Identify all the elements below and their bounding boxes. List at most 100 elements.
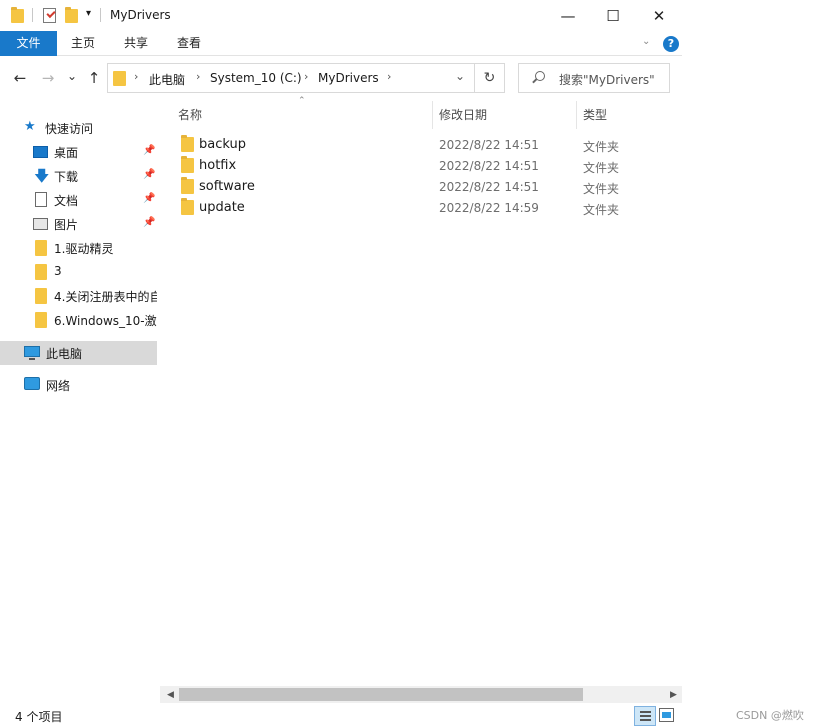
sidebar-item-folder-6[interactable]: 6.Windows_10-激 [0, 308, 157, 332]
scroll-right-icon[interactable]: ▶ [665, 686, 682, 703]
refresh-button[interactable]: ↻ [475, 63, 505, 93]
close-button[interactable]: ✕ [636, 0, 682, 31]
pin-icon: 📌 [143, 169, 156, 180]
sidebar-item-this-pc[interactable]: 此电脑 [0, 341, 157, 365]
navigation-pane: ★ 快速访问 桌面 📌 🡇 下载 📌 文档 📌 图片 📌 1.驱动精灵 3 4.… [0, 116, 160, 406]
properties-icon[interactable] [43, 8, 56, 23]
sidebar-item-folder-3[interactable]: 3 [0, 260, 157, 284]
chevron-right-icon[interactable]: › [134, 70, 138, 83]
file-type: 文件夹 [583, 203, 620, 217]
tab-share[interactable]: 共享 [110, 31, 162, 56]
up-button[interactable]: ↑ [84, 68, 104, 88]
sidebar-item-pictures[interactable]: 图片 📌 [0, 212, 157, 236]
chevron-right-icon[interactable]: › [387, 70, 391, 83]
title-bar: ▾ MyDrivers — ☐ ✕ [0, 0, 682, 31]
file-row[interactable]: update 2022/8/22 14:59 文件夹 [175, 197, 675, 218]
sidebar-item-documents[interactable]: 文档 📌 [0, 188, 157, 212]
minimize-button[interactable]: — [545, 0, 591, 31]
chevron-down-icon[interactable]: ⌄ [455, 69, 465, 83]
folder-icon [113, 71, 126, 86]
folder-icon [181, 198, 194, 215]
sidebar-item-label: 桌面 [54, 146, 79, 160]
sidebar-item-label: 3 [54, 264, 62, 278]
search-placeholder: 搜索"MyDrivers" [559, 73, 655, 87]
file-date: 2022/8/22 14:51 [439, 138, 539, 152]
document-icon [35, 192, 47, 207]
separator [32, 8, 33, 22]
column-type-header[interactable]: 类型 [583, 106, 607, 123]
column-divider[interactable] [432, 101, 433, 129]
chevron-right-icon[interactable]: › [304, 70, 308, 83]
file-date: 2022/8/22 14:59 [439, 201, 539, 215]
details-view-icon[interactable] [634, 706, 656, 726]
folder-icon [35, 240, 47, 256]
sidebar-item-quick-access[interactable]: ★ 快速访问 [0, 116, 157, 140]
file-type: 文件夹 [583, 182, 620, 196]
address-bar[interactable]: › 此电脑 › System_10 (C:) › MyDrivers › ⌄ [107, 63, 475, 93]
folder-icon [35, 264, 47, 280]
tab-view[interactable]: 查看 [163, 31, 215, 56]
tab-home[interactable]: 主页 [57, 31, 109, 56]
folder-icon [181, 135, 194, 152]
tab-file[interactable]: 文件 [0, 31, 57, 56]
file-row[interactable]: hotfix 2022/8/22 14:51 文件夹 [175, 155, 675, 176]
file-row[interactable]: backup 2022/8/22 14:51 文件夹 [175, 134, 675, 155]
back-button[interactable]: ← [10, 68, 30, 88]
computer-icon [24, 346, 40, 357]
sidebar-item-folder-4[interactable]: 4.关闭注册表中的自 [0, 284, 157, 308]
watermark: CSDN @燃吹 [736, 709, 804, 722]
breadcrumb-drive[interactable]: System_10 (C:) [210, 71, 302, 85]
help-icon[interactable]: ? [663, 36, 679, 52]
maximize-button[interactable]: ☐ [590, 0, 636, 31]
window-title: MyDrivers [110, 8, 171, 22]
file-row[interactable]: software 2022/8/22 14:51 文件夹 [175, 176, 675, 197]
network-icon [24, 377, 40, 390]
column-date-header[interactable]: 修改日期 [439, 106, 487, 123]
scrollbar-thumb[interactable] [179, 688, 583, 701]
ribbon: 文件 主页 共享 查看 ⌄ ? [0, 31, 682, 56]
folder-icon [181, 177, 194, 194]
sidebar-item-network[interactable]: 网络 [0, 373, 157, 397]
file-type: 文件夹 [583, 140, 620, 154]
customize-quick-access-icon[interactable]: ▾ [86, 8, 91, 19]
large-icons-view-icon[interactable] [659, 708, 674, 722]
forward-button[interactable]: → [38, 68, 58, 88]
sidebar-item-label: 网络 [46, 379, 71, 393]
sidebar-item-label: 此电脑 [46, 347, 83, 361]
pin-icon: 📌 [143, 145, 156, 156]
search-input[interactable]: 搜索"MyDrivers" [518, 63, 670, 93]
item-count: 4 个项目 [15, 710, 63, 724]
file-name: update [199, 200, 245, 215]
folder-icon [181, 156, 194, 173]
sidebar-item-label: 图片 [54, 218, 79, 232]
desktop-icon [33, 146, 48, 158]
star-icon: ★ [24, 119, 36, 134]
breadcrumb-this-pc[interactable]: 此电脑 [149, 71, 185, 88]
breadcrumb-current[interactable]: MyDrivers [318, 71, 379, 85]
column-divider[interactable] [576, 101, 577, 129]
chevron-right-icon[interactable]: › [196, 70, 200, 83]
sidebar-item-label: 1.驱动精灵 [54, 242, 114, 256]
file-name: hotfix [199, 158, 237, 173]
file-type: 文件夹 [583, 161, 620, 175]
sidebar-item-label: 4.关闭注册表中的自 [54, 290, 157, 304]
sidebar-item-downloads[interactable]: 🡇 下载 📌 [0, 164, 157, 188]
folder-icon [35, 288, 47, 304]
file-date: 2022/8/22 14:51 [439, 180, 539, 194]
pin-icon: 📌 [143, 193, 156, 204]
pictures-icon [33, 218, 48, 230]
new-folder-icon[interactable] [65, 7, 78, 23]
recent-locations-button[interactable]: ⌄ [62, 66, 82, 86]
status-bar: 4 个项目 [0, 704, 682, 728]
scroll-left-icon[interactable]: ◀ [162, 686, 179, 703]
search-icon-handle [532, 78, 537, 84]
sidebar-item-label: 文档 [54, 194, 79, 208]
column-name-header[interactable]: 名称 [178, 106, 202, 123]
sidebar-item-label: 下载 [54, 170, 79, 184]
folder-icon [11, 7, 24, 23]
chevron-down-icon[interactable]: ⌄ [642, 36, 650, 47]
sort-ascending-icon: ⌃ [298, 96, 306, 106]
sidebar-item-desktop[interactable]: 桌面 📌 [0, 140, 157, 164]
sidebar-item-folder-1[interactable]: 1.驱动精灵 [0, 236, 157, 260]
computer-stand [29, 358, 35, 360]
